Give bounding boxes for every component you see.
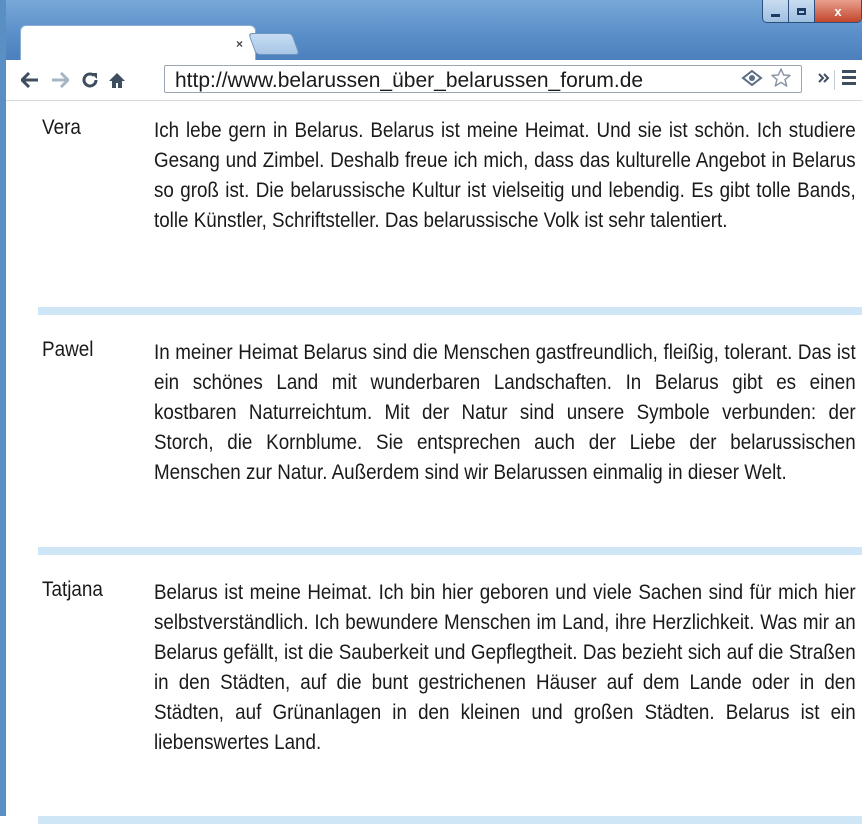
toolbar-divider	[834, 70, 835, 90]
browser-window: x × http://www.belarussen_über_belarusse…	[0, 0, 862, 824]
post-author: Vera	[42, 116, 81, 139]
minimize-button[interactable]	[763, 0, 789, 22]
forum-content: Vera Ich lebe gern in Belarus. Belarus i…	[12, 101, 862, 824]
post-text: Ich lebe gern in Belarus. Belarus ist me…	[154, 119, 856, 232]
browser-toolbar: http://www.belarussen_über_belarussen_fo…	[6, 60, 862, 101]
new-tab-button[interactable]	[247, 33, 301, 55]
reload-icon[interactable]	[78, 70, 102, 90]
post-text: Belarus ist meine Heimat. Ich bin hier g…	[154, 581, 856, 754]
url-text: http://www.belarussen_über_belarussen_fo…	[175, 69, 644, 92]
back-icon[interactable]	[20, 70, 40, 90]
minimize-icon	[771, 13, 780, 17]
browser-tab[interactable]: ×	[20, 25, 256, 61]
menu-icon[interactable]	[842, 70, 856, 88]
post-author: Pawel	[42, 338, 94, 361]
title-bar: x ×	[6, 0, 862, 61]
window-controls: x	[762, 0, 862, 23]
window-close-button[interactable]: x	[815, 0, 861, 22]
address-bar[interactable]: http://www.belarussen_über_belarussen_fo…	[164, 65, 802, 93]
extension-icon[interactable]	[741, 69, 763, 91]
chevron-icon[interactable]	[818, 71, 830, 88]
home-icon[interactable]	[106, 70, 128, 90]
maximize-icon	[797, 7, 806, 15]
post-text: In meiner Heimat Belarus sind die Mensch…	[154, 341, 856, 484]
post-separator	[38, 547, 862, 555]
post-author: Tatjana	[42, 578, 103, 601]
post-separator	[38, 307, 862, 315]
tab-title	[39, 36, 199, 46]
maximize-button[interactable]	[789, 0, 815, 22]
bookmark-star-icon[interactable]	[771, 68, 791, 94]
post-separator	[38, 816, 862, 824]
tab-close-icon[interactable]: ×	[236, 38, 243, 50]
window-close-icon: x	[834, 3, 842, 19]
forward-icon[interactable]	[50, 70, 70, 90]
